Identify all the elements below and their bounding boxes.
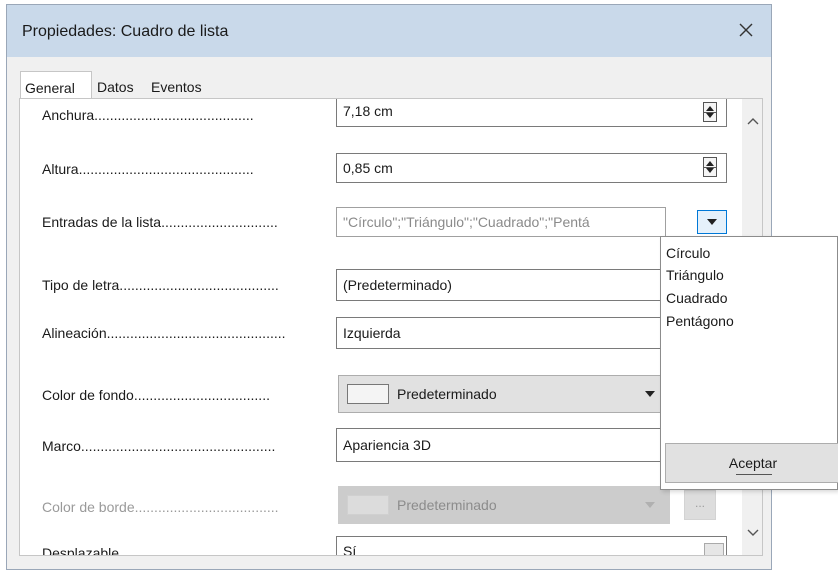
spin-up-icon	[706, 161, 714, 166]
color-swatch	[347, 384, 389, 404]
marco-field[interactable]: Apariencia 3D	[336, 428, 676, 462]
scroll-down-icon[interactable]	[747, 529, 759, 537]
altura-value: 0,85 cm	[343, 160, 393, 176]
tipo-letra-field[interactable]: (Predeterminado)	[336, 269, 676, 301]
entradas-dropdown-button[interactable]	[697, 210, 727, 234]
chevron-down-icon	[645, 502, 655, 508]
tab-eventos[interactable]: Eventos	[147, 71, 219, 100]
list-entry-item[interactable]: Triángulo	[666, 267, 724, 283]
entradas-field[interactable]: "Círculo";"Triángulo";"Cuadrado";"Pentá	[336, 207, 666, 237]
tab-datos[interactable]: Datos	[93, 71, 149, 100]
partial-row-button[interactable]	[704, 543, 724, 555]
alineacion-value: Izquierda	[343, 325, 401, 341]
color-borde-value: Predeterminado	[397, 497, 497, 513]
color-fondo-label: Color de fondo..........................…	[42, 387, 270, 403]
scroll-up-icon[interactable]	[747, 117, 759, 125]
color-fondo-value: Predeterminado	[397, 386, 497, 402]
dialog-title: Propiedades: Cuadro de lista	[22, 23, 229, 40]
alineacion-label: Alineación..............................…	[42, 325, 286, 341]
properties-panel: Anchura.................................…	[19, 98, 763, 556]
partial-row-label-text: Desplazable	[42, 545, 120, 556]
list-entry-item[interactable]: Pentágono	[666, 313, 734, 329]
color-borde-ellipsis-button[interactable]: ...	[684, 490, 716, 520]
color-borde-dropdown[interactable]: Predeterminado	[338, 486, 670, 524]
anchura-label: Anchura.................................…	[42, 107, 254, 123]
title-bar: Propiedades: Cuadro de lista	[7, 5, 771, 57]
tipo-letra-label: Tipo de letra...........................…	[42, 277, 279, 293]
entradas-value: "Círculo";"Triángulo";"Cuadrado";"Pentá	[343, 214, 590, 230]
partial-row-field[interactable]: Sí	[336, 536, 727, 556]
spin-up-icon	[706, 106, 714, 111]
color-swatch	[347, 495, 389, 515]
entradas-label: Entradas de la lista....................…	[42, 214, 278, 230]
tipo-letra-value: (Predeterminado)	[343, 277, 452, 293]
marco-label: Marco...................................…	[42, 438, 276, 454]
tab-general-label: General	[25, 80, 75, 96]
close-button[interactable]	[733, 17, 759, 43]
color-borde-label: Color de borde..........................…	[42, 499, 279, 515]
color-fondo-dropdown[interactable]: Predeterminado	[338, 375, 670, 413]
altura-label: Altura..................................…	[42, 161, 254, 177]
chevron-down-icon	[707, 219, 717, 225]
partial-row-value: Sí	[343, 543, 357, 556]
anchura-spinner[interactable]	[703, 102, 717, 122]
tab-datos-label: Datos	[97, 79, 134, 95]
altura-spinner[interactable]	[703, 157, 717, 177]
tab-general[interactable]: General	[20, 71, 92, 100]
close-icon	[739, 23, 753, 37]
list-entry-item[interactable]: Cuadrado	[666, 290, 728, 306]
alineacion-field[interactable]: Izquierda	[336, 317, 676, 349]
accept-button[interactable]: Aceptar	[665, 443, 838, 483]
list-entry-item[interactable]: Círculo	[666, 245, 710, 261]
list-entries-popup: Círculo Triángulo Cuadrado Pentágono Ace…	[660, 236, 838, 490]
tab-eventos-label: Eventos	[151, 79, 202, 95]
anchura-value: 7,18 cm	[343, 103, 393, 119]
altura-field[interactable]: 0,85 cm	[336, 153, 727, 183]
marco-value: Apariencia 3D	[343, 437, 431, 453]
spin-down-icon	[706, 168, 714, 173]
accept-label: Aceptar	[728, 455, 778, 471]
anchura-field[interactable]: 7,18 cm	[336, 99, 727, 127]
ellipsis-label: ...	[694, 496, 705, 510]
properties-dialog: Propiedades: Cuadro de lista General Dat…	[6, 4, 772, 570]
partial-row-label: Desplazable	[42, 545, 120, 556]
spin-down-icon	[706, 113, 714, 118]
chevron-down-icon	[645, 391, 655, 397]
